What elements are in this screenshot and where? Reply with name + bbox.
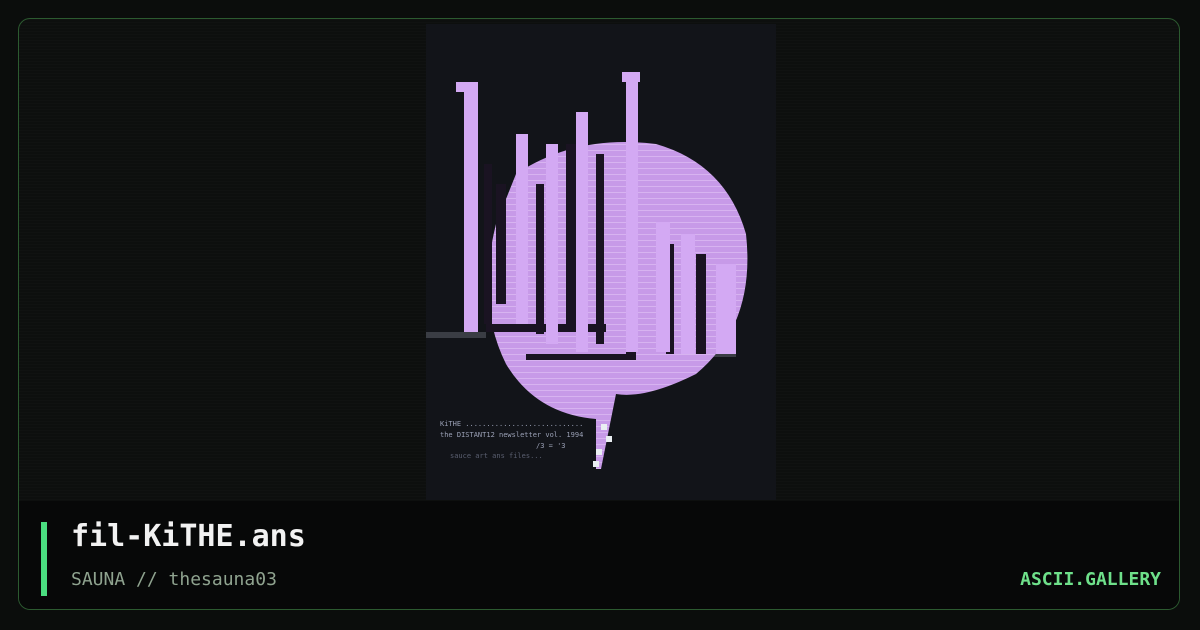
artwork-bar-left [426,332,486,338]
file-title[interactable]: fil-KiTHE.ans [71,519,306,554]
footer-bar: fil-KiTHE.ans SAUNA // thesauna03 ASCII.… [19,501,1179,609]
artwork-image: KiTHE ............................ the D… [426,72,748,469]
ansi-artwork-preview[interactable]: KiTHE ............................ the D… [426,24,776,500]
artwork-info-line-1: KiTHE ............................ [440,420,583,428]
artwork-info-line-2: the DISTANT12 newsletter vol. 1994 [440,431,583,439]
accent-bar [41,522,47,596]
card-frame: KiTHE ............................ the D… [18,18,1180,610]
site-brand[interactable]: ASCII.GALLERY [1020,569,1161,590]
artwork-footer-line: sauce art ans files... [450,452,543,460]
artwork-info-line-3: /3 = '3 [536,442,566,450]
file-subtitle[interactable]: SAUNA // thesauna03 [71,569,277,590]
